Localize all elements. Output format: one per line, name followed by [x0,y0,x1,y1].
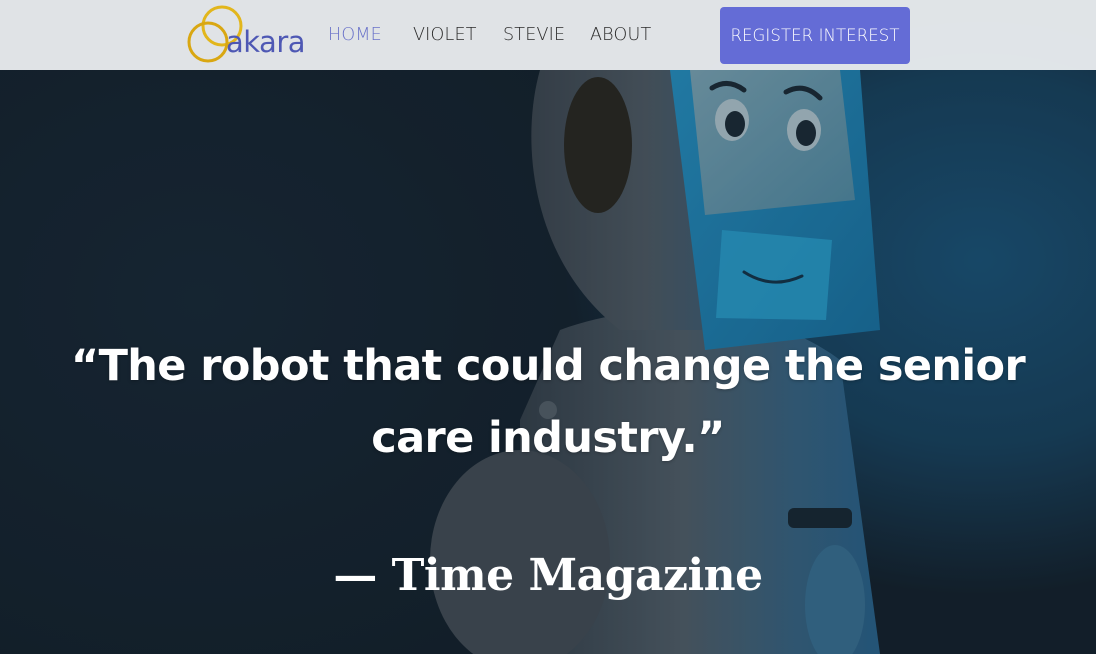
nav-link-stevie[interactable]: STEVIE [503,24,565,46]
page: akara HOME VIOLET STEVIE ABOUT REGISTER … [0,0,1096,654]
logo-text: akara [226,25,306,59]
nav-link-about[interactable]: ABOUT [590,24,651,46]
hero-quote: “The robot that could change the senior … [70,341,1026,463]
akara-logo[interactable]: akara [186,4,310,66]
nav-link-home[interactable]: HOME [328,24,382,46]
register-interest-button[interactable]: REGISTER INTEREST [720,7,910,64]
quote-attribution: — Time Magazine [333,550,763,601]
nav-link-violet[interactable]: VIOLET [413,24,477,46]
top-navigation-bar: akara HOME VIOLET STEVIE ABOUT REGISTER … [0,0,1096,70]
